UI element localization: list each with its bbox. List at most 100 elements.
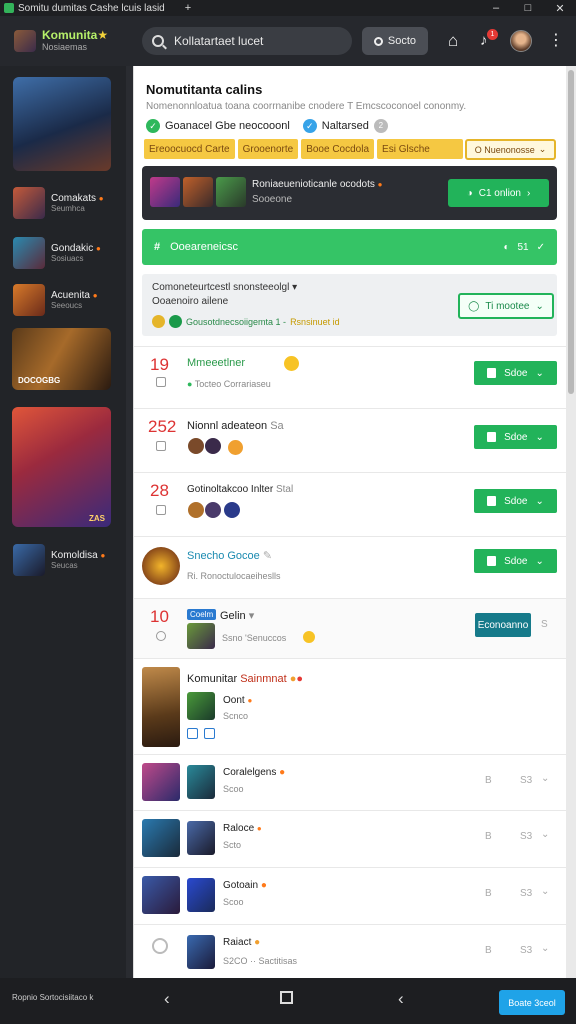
featured-sub: Sooeone: [252, 194, 293, 205]
back-icon[interactable]: ‹: [164, 989, 170, 1009]
doc-icon: [487, 432, 497, 442]
filter-chip[interactable]: Ereoocuocd Carte: [144, 139, 235, 159]
row-title: Nionnl adeateon Sa: [187, 420, 284, 432]
game-thumbnail[interactable]: [216, 177, 246, 207]
row-title: Raloce ●: [223, 823, 262, 834]
maximize-button[interactable]: □: [512, 2, 544, 15]
count-label: S3: [520, 831, 533, 842]
list-item[interactable]: Gotoain ● Scoo B S3 ⌄: [134, 867, 567, 924]
list-item[interactable]: Komunitar Sainmnat ●● Oont ● Scnco: [134, 658, 567, 754]
close-button[interactable]: ✕: [544, 2, 576, 15]
sidebar-hero-image[interactable]: [13, 77, 111, 171]
game-thumbnail: [142, 547, 180, 585]
checkbox[interactable]: [187, 728, 198, 739]
list-item[interactable]: 28 Gotinoltakcoo Inlter Stal Sdoe ⌄: [134, 472, 567, 536]
list-item[interactable]: 252 Nionnl adeateon Sa Sdoe ⌄: [134, 408, 567, 472]
chevron-down-icon[interactable]: ▾: [292, 282, 297, 293]
chevron-down-icon: ▾: [248, 610, 255, 622]
row-action-button[interactable]: Sdoe ⌄: [474, 549, 557, 573]
row-action-button[interactable]: Econoanno: [475, 613, 531, 637]
more-icon[interactable]: ⋮: [548, 32, 564, 50]
list-item[interactable]: Raiact ● S2CO ·· Sactitisas B S3 ⌄: [134, 924, 567, 978]
fire-icon: ●: [100, 550, 106, 560]
app-logo[interactable]: [14, 30, 36, 52]
row-action-button[interactable]: Sdoe ⌄: [474, 489, 557, 513]
page-title: Nomutitanta calins: [146, 82, 263, 97]
brand[interactable]: Komunita★ Nosiaemas: [42, 29, 108, 52]
game-thumbnail: [13, 237, 45, 269]
avatar: [204, 437, 222, 455]
row-action-button[interactable]: Sdoe ⌄: [474, 425, 557, 449]
row-title-extra: Sa: [270, 420, 284, 432]
category-bar[interactable]: # Ooeareneicsc ◐ 51 ✓: [142, 229, 557, 265]
filter-dropdown[interactable]: O Nuenonosse ⌄: [465, 139, 556, 160]
reaction-icon: [228, 440, 243, 455]
recent-icon[interactable]: ‹: [398, 989, 404, 1009]
sidebar-item[interactable]: Comakats ● Seumhca: [13, 187, 104, 219]
filter-chip[interactable]: Booe Cocdola: [301, 139, 375, 159]
sidebar-item[interactable]: Acuenita ● Seeoucs: [13, 284, 98, 316]
new-tab-button[interactable]: +: [185, 2, 191, 14]
sidebar-item[interactable]: Komoldisa ● Seucas: [13, 544, 105, 576]
row-action-button[interactable]: Sdoe ⌄: [474, 361, 557, 385]
info-line2: Ooaenoiro ailene: [152, 296, 229, 307]
list-item[interactable]: 19 Mmeeetlner ● Tocteo Corrariaseu Sdoe ⌄: [134, 346, 567, 408]
row-checkbox[interactable]: [156, 441, 166, 451]
list-item[interactable]: Raloce ● Scto B S3 ⌄: [134, 810, 567, 867]
brand-badge: ★: [97, 28, 109, 43]
scrollbar-thumb[interactable]: [568, 70, 574, 394]
sidebar-item[interactable]: Gondakic ● Sosiuacs: [13, 237, 101, 269]
avatar: [223, 501, 241, 519]
info-button-label: Ti mootee: [485, 300, 530, 312]
chevron-down-icon[interactable]: ⌄: [541, 886, 549, 897]
home-square-icon[interactable]: [280, 991, 293, 1004]
game-thumbnail[interactable]: [150, 177, 180, 207]
search-input[interactable]: Kollatartaet lucet: [142, 27, 352, 55]
game-thumbnail[interactable]: [183, 177, 213, 207]
info-icon[interactable]: B: [485, 775, 492, 786]
share-icon[interactable]: S: [541, 619, 548, 630]
doc-icon: [487, 556, 497, 566]
minimize-button[interactable]: –: [480, 2, 512, 15]
chevron-down-icon: ⌄: [538, 144, 547, 154]
checkbox[interactable]: [204, 728, 215, 739]
chevron-down-icon[interactable]: ⌄: [541, 829, 549, 840]
game-thumbnail: [187, 935, 215, 969]
row-title: Raiact ●: [223, 937, 260, 948]
game-thumbnail: [142, 876, 180, 914]
row-radio[interactable]: [156, 631, 166, 641]
row-title-text: Gelin: [220, 610, 246, 622]
row-title: Coralelgens ●: [223, 767, 285, 778]
cta-button[interactable]: Boate 3ceol: [499, 990, 565, 1015]
search-button[interactable]: Socto: [362, 27, 428, 55]
check-label: Naltarsed: [321, 120, 369, 132]
list-item[interactable]: 10 Coelm Gelin ▾ Ssno 'Senuccos Econoann…: [134, 598, 567, 658]
chevron-down-icon[interactable]: ⌄: [541, 773, 549, 784]
game-thumbnail: [187, 692, 215, 720]
home-icon[interactable]: ⌂: [448, 32, 466, 50]
filter-chip[interactable]: Grooenorte: [237, 139, 299, 159]
info-icon[interactable]: B: [485, 888, 492, 899]
sidebar-banner[interactable]: DOCOGBG: [12, 328, 111, 390]
info-icon[interactable]: B: [485, 831, 492, 842]
info-action-button[interactable]: ◯ Ti mootee ⌄: [458, 293, 554, 319]
game-thumbnail: [187, 765, 215, 799]
check-icon[interactable]: ✓: [146, 119, 160, 133]
rank-number: 28: [150, 481, 169, 500]
game-thumbnail: [142, 667, 180, 747]
filter-chip[interactable]: Esi Glsche: [377, 139, 464, 159]
list-item[interactable]: Coralelgens ● Scoo B S3 ⌄: [134, 754, 567, 810]
chevron-down-icon[interactable]: ⌄: [541, 943, 549, 954]
featured-action-button[interactable]: ◑ C1 onlion ›: [448, 179, 549, 207]
list-item[interactable]: Snecho Gocoe ✎ Ri. Ronoctulocaeiheslls S…: [134, 536, 567, 598]
row-checkbox[interactable]: [156, 505, 166, 515]
shield-icon[interactable]: ✓: [302, 119, 317, 133]
check-icon: ✓: [536, 241, 545, 253]
row-title: Gotoain ●: [223, 880, 267, 891]
info-icon[interactable]: B: [485, 945, 492, 956]
circle-icon: ◯: [468, 300, 480, 312]
avatar[interactable]: [510, 30, 532, 52]
sidebar-banner[interactable]: ZAS: [12, 407, 111, 527]
game-thumbnail: [142, 763, 180, 801]
row-checkbox[interactable]: [156, 377, 166, 387]
